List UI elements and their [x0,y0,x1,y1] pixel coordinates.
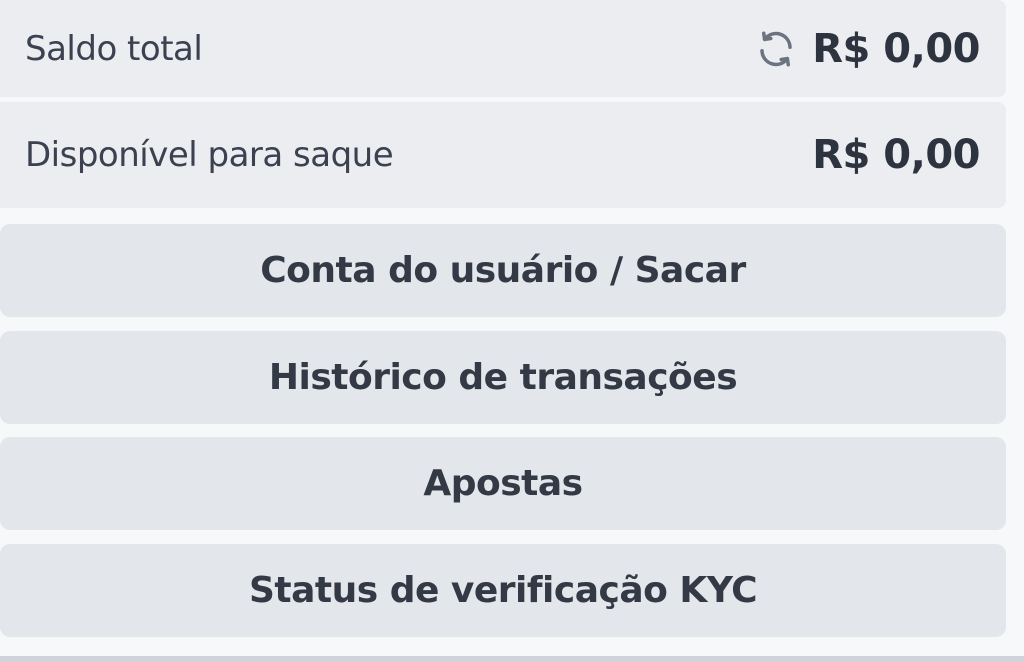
bets-button[interactable]: Apostas [0,437,1006,530]
user-account-withdraw-button[interactable]: Conta do usuário / Sacar [0,224,1006,317]
bottom-divider [0,656,1024,662]
transaction-history-button[interactable]: Histórico de transações [0,331,1006,424]
available-withdraw-row: Disponível para saque R$ 0,00 [0,102,1006,208]
total-balance-value: R$ 0,00 [812,25,980,72]
wallet-panel: Saldo total R$ 0,00 Disponível para saqu… [0,0,1024,662]
total-balance-row: Saldo total R$ 0,00 [0,0,1006,97]
total-balance-label: Saldo total [25,28,203,69]
refresh-icon[interactable] [754,27,798,71]
kyc-status-button[interactable]: Status de verificação KYC [0,544,1006,637]
available-withdraw-label: Disponível para saque [25,135,394,175]
available-withdraw-value: R$ 0,00 [812,132,980,178]
